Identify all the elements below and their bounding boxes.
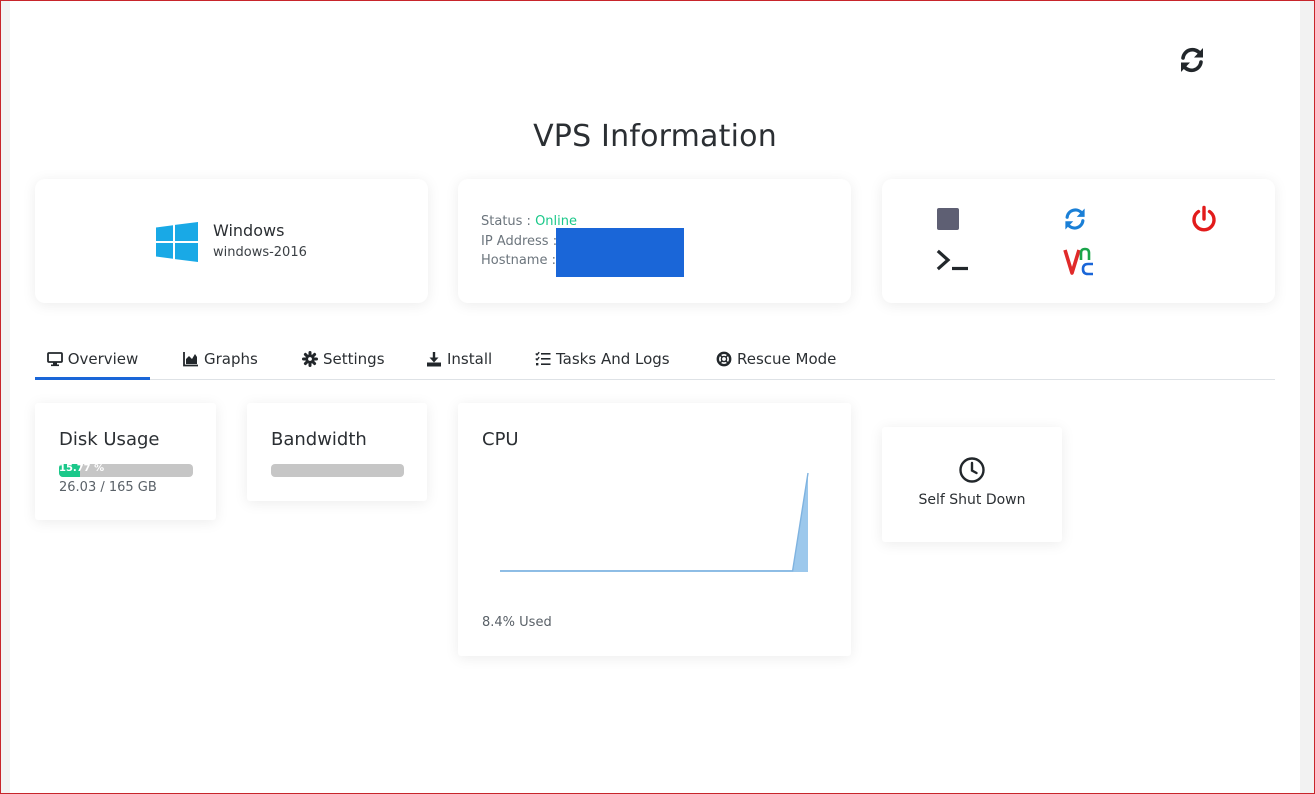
disk-usage-bar: 15.77 % xyxy=(59,464,193,477)
restart-button[interactable] xyxy=(1061,205,1089,237)
disk-usage-card: Disk Usage 15.77 % 26.03 / 165 GB xyxy=(35,403,216,520)
disk-usage-amount: 26.03 / 165 GB xyxy=(59,480,157,495)
tab-settings[interactable]: Settings xyxy=(302,340,385,377)
status-card: Status : Online IP Address : Hostname : xyxy=(458,179,851,303)
tab-label: Overview xyxy=(67,349,139,368)
status-label: Status : xyxy=(481,214,531,229)
tab-install[interactable]: Install xyxy=(426,340,492,377)
power-button[interactable] xyxy=(1190,205,1218,237)
status-row: Status : Online xyxy=(481,214,577,229)
refresh-page-button[interactable] xyxy=(1176,44,1208,76)
windows-logo-icon xyxy=(156,222,198,262)
tab-label: Tasks And Logs xyxy=(556,349,670,368)
tab-tasks-and-logs[interactable]: Tasks And Logs xyxy=(535,340,670,377)
ip-address-label: IP Address : xyxy=(481,234,558,249)
bandwidth-title: Bandwidth xyxy=(271,429,367,450)
refresh-icon xyxy=(1065,208,1085,230)
os-name: Windows xyxy=(213,221,285,240)
cpu-card: CPU 8.4% Used xyxy=(458,403,851,656)
os-version: windows-2016 xyxy=(213,245,307,260)
os-card: Windows windows-2016 xyxy=(35,179,428,303)
hostname-label: Hostname : xyxy=(481,253,556,268)
status-value: Online xyxy=(535,214,578,229)
tab-overview[interactable]: Overview xyxy=(35,340,150,380)
gear-icon xyxy=(302,350,318,367)
disk-usage-title: Disk Usage xyxy=(59,429,160,450)
actions-card xyxy=(882,179,1275,303)
redacted-block xyxy=(556,228,684,277)
life-ring-icon xyxy=(716,351,732,366)
bandwidth-card: Bandwidth xyxy=(247,403,427,501)
tasks-icon xyxy=(535,351,551,365)
power-icon xyxy=(1192,205,1216,232)
vnc-button[interactable] xyxy=(1063,247,1095,281)
cpu-used-text: 8.4% Used xyxy=(482,615,552,630)
tab-bar: Overview Graphs Settings Install Tasks A… xyxy=(35,340,1275,380)
desktop-icon xyxy=(46,351,63,366)
tab-label: Graphs xyxy=(204,349,258,368)
disk-usage-percent: 15.77 % xyxy=(59,464,105,474)
tab-graphs[interactable]: Graphs xyxy=(183,340,258,377)
area-chart-icon xyxy=(183,351,198,366)
terminal-icon xyxy=(936,249,968,271)
tab-label: Settings xyxy=(323,349,385,368)
bandwidth-bar xyxy=(271,464,404,477)
stop-icon xyxy=(937,208,959,230)
tab-label: Install xyxy=(447,349,493,368)
cpu-series-line xyxy=(500,472,809,572)
self-shut-down-label: Self Shut Down xyxy=(918,492,1026,508)
download-icon xyxy=(427,351,441,366)
clock-icon xyxy=(959,457,985,483)
page-title: VPS Information xyxy=(533,119,777,154)
refresh-icon xyxy=(1181,48,1203,72)
tab-rescue-mode[interactable]: Rescue Mode xyxy=(716,340,836,377)
cpu-series-area xyxy=(500,473,808,572)
stop-button[interactable] xyxy=(936,207,960,235)
vnc-icon xyxy=(1063,247,1093,276)
console-button[interactable] xyxy=(936,249,970,277)
self-shut-down-button[interactable]: Self Shut Down xyxy=(882,427,1062,542)
tab-label: Rescue Mode xyxy=(737,349,837,368)
